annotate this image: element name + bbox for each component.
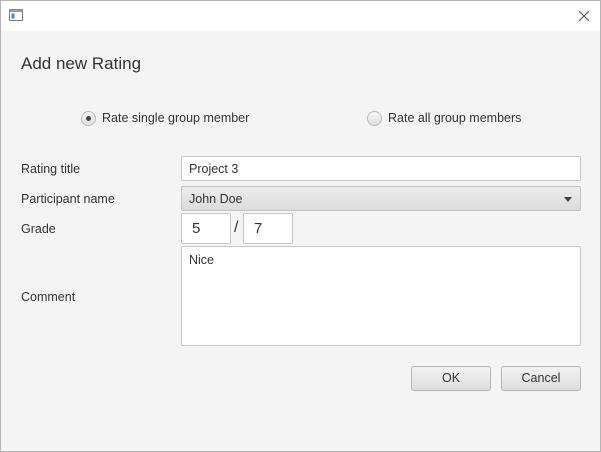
grade-max-input[interactable]: 7 <box>243 213 293 244</box>
rating-title-label: Rating title <box>21 162 81 176</box>
participant-name-label: Participant name <box>21 192 115 206</box>
chevron-down-icon[interactable] <box>564 197 572 202</box>
radio-rate-single-label: Rate single group member <box>102 111 250 125</box>
dialog-window: Add new Rating Rate single group member … <box>0 0 601 452</box>
participant-dropdown-value: John Doe <box>189 192 243 206</box>
comment-textarea[interactable]: Nice <box>181 246 581 346</box>
grade-label: Grade <box>21 222 56 236</box>
ok-button[interactable]: OK <box>411 366 491 391</box>
radio-rate-all-label: Rate all group members <box>388 111 522 125</box>
comment-label: Comment <box>21 290 76 304</box>
participant-dropdown[interactable]: John Doe <box>181 186 581 211</box>
radio-circle-unselected[interactable] <box>367 110 382 126</box>
radio-circle-selected[interactable] <box>81 110 96 126</box>
title-bar <box>1 1 600 31</box>
close-icon[interactable] <box>574 6 594 26</box>
radio-rate-single[interactable]: Rate single group member <box>81 109 249 127</box>
cancel-button[interactable]: Cancel <box>501 366 581 391</box>
dialog-title: Add new Rating <box>21 54 142 73</box>
radio-dot <box>86 115 91 121</box>
rating-title-input[interactable] <box>181 156 581 181</box>
grade-separator: / <box>234 219 239 236</box>
window-icon <box>9 9 23 21</box>
grade-value-input[interactable]: 5 <box>181 213 231 244</box>
radio-rate-all[interactable]: Rate all group members <box>367 109 521 127</box>
